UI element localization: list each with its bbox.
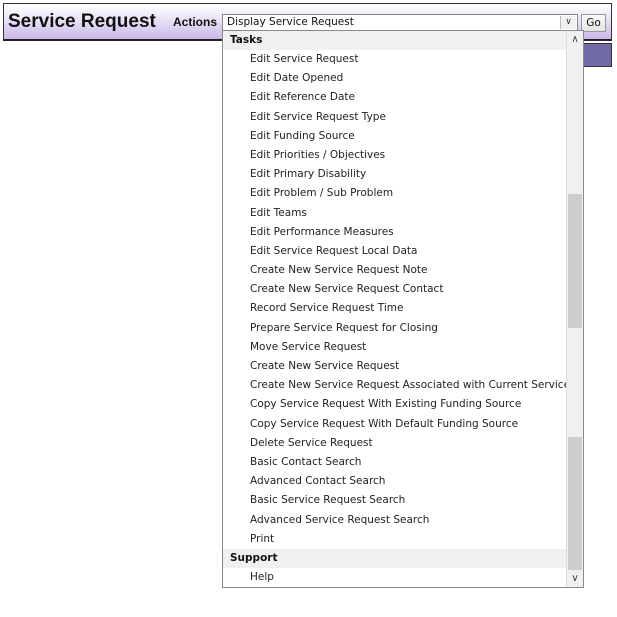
dropdown-option[interactable]: Create New Service Request (223, 357, 566, 376)
actions-dropdown-list[interactable]: Tasks Edit Service Request Edit Date Opene… (222, 30, 584, 588)
group-header-support: Support (223, 548, 566, 568)
dropdown-option[interactable]: Delete Service Request (223, 434, 566, 453)
sub-header-bar (580, 43, 612, 67)
scrollbar-track-segment[interactable] (568, 437, 582, 570)
scrollbar-thumb[interactable] (568, 194, 582, 328)
dropdown-option[interactable]: Prepare Service Request for Closing (223, 319, 566, 338)
dropdown-option[interactable]: Copy Service Request With Default Fundin… (223, 415, 566, 434)
dropdown-option[interactable]: Edit Date Opened (223, 69, 566, 88)
dropdown-option[interactable]: Edit Service Request (223, 50, 566, 69)
dropdown-option[interactable]: Edit Service Request Local Data (223, 242, 566, 261)
dropdown-option[interactable]: Copy Service Request With Existing Fundi… (223, 395, 566, 414)
scroll-up-icon[interactable]: ∧ (567, 31, 583, 48)
go-button[interactable]: Go (581, 14, 606, 32)
actions-select[interactable]: Display Service Request ∨ (222, 14, 578, 31)
dropdown-options: Tasks Edit Service Request Edit Date Opene… (223, 31, 583, 587)
actions-label: Actions (173, 15, 218, 29)
dropdown-option[interactable]: Edit Reference Date (223, 88, 566, 107)
dropdown-option[interactable]: Record Service Request Time (223, 299, 566, 318)
dropdown-option[interactable]: Create New Service Request Associated wi… (223, 376, 583, 395)
group-header-tasks: Tasks (223, 31, 566, 50)
dropdown-option[interactable]: Edit Service Request Type (223, 108, 566, 127)
dropdown-option[interactable]: Edit Teams (223, 204, 566, 223)
dropdown-scrollbar[interactable]: ∧ ∨ (566, 31, 583, 587)
dropdown-option[interactable]: Move Service Request (223, 338, 566, 357)
dropdown-option[interactable]: Basic Contact Search (223, 453, 566, 472)
scroll-down-icon[interactable]: ∨ (567, 570, 583, 587)
dropdown-option[interactable]: Edit Problem / Sub Problem (223, 184, 566, 203)
page-title: Service Request (8, 11, 156, 32)
dropdown-option[interactable]: Print (223, 530, 566, 549)
dropdown-option[interactable]: Advanced Service Request Search (223, 511, 566, 530)
dropdown-option[interactable]: Edit Primary Disability (223, 165, 566, 184)
dropdown-option[interactable]: Edit Performance Measures (223, 223, 566, 242)
selected-action: Display Service Request (227, 16, 354, 28)
dropdown-option[interactable]: Edit Priorities / Objectives (223, 146, 566, 165)
dropdown-option[interactable]: Basic Service Request Search (223, 491, 566, 510)
dropdown-option[interactable]: Create New Service Request Contact (223, 280, 566, 299)
dropdown-option[interactable]: Advanced Contact Search (223, 472, 566, 491)
dropdown-option[interactable]: Help (223, 568, 566, 587)
dropdown-option[interactable]: Edit Funding Source (223, 127, 566, 146)
chevron-down-icon[interactable]: ∨ (560, 16, 576, 29)
dropdown-option[interactable]: Create New Service Request Note (223, 261, 566, 280)
